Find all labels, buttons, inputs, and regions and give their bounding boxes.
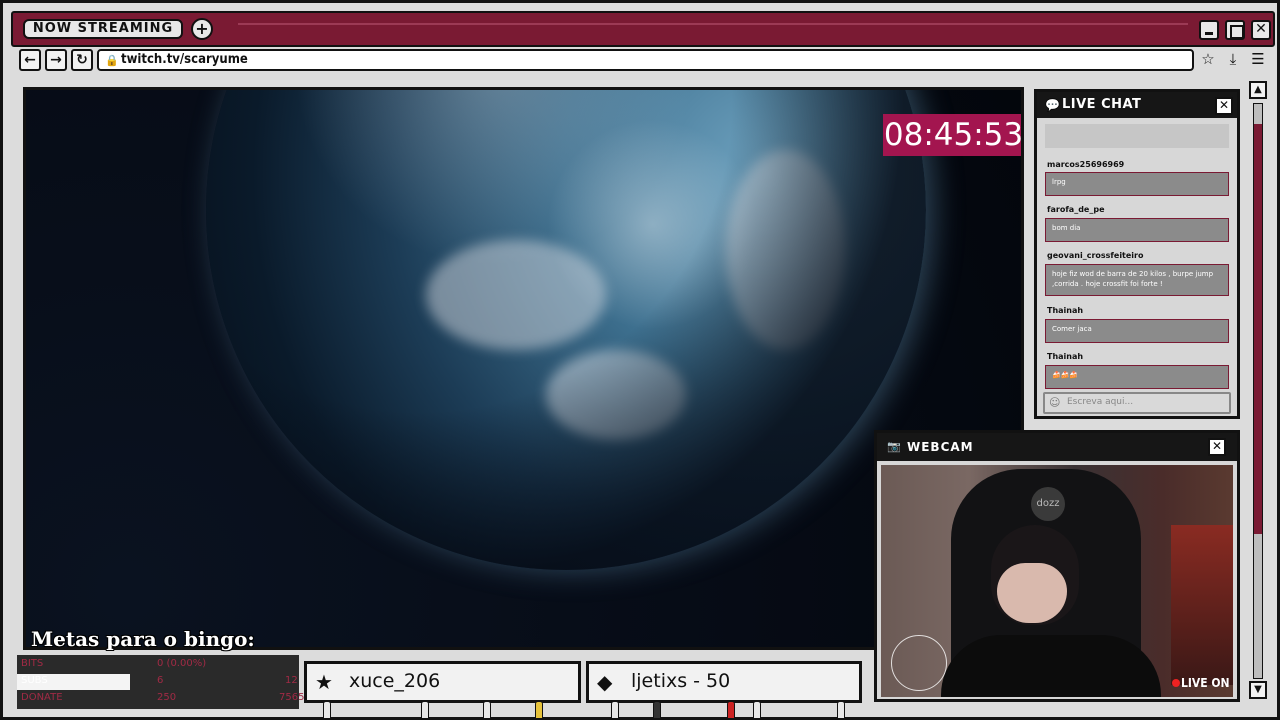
alert-text: ljetixs - 50 xyxy=(631,670,731,692)
webcam-close-button[interactable]: ✕ xyxy=(1208,438,1226,456)
shelf-background xyxy=(1171,525,1233,685)
title-bar: NOW STREAMING + ✕ xyxy=(11,11,1275,47)
chat-message: hoje fiz wod de barra de 20 kilos , burp… xyxy=(1045,264,1229,296)
scroll-track[interactable] xyxy=(1253,103,1263,679)
goal-label: BITS xyxy=(21,658,44,669)
reload-button[interactable]: ↻ xyxy=(71,49,93,71)
browser-window: NOW STREAMING + ✕ ← → ↻ 🔒 twitch.tv/scar… xyxy=(0,0,1280,720)
webcam-panel: 📷 WEBCAM ✕ dozz LIVE ON xyxy=(874,430,1240,702)
viewer-sprite xyxy=(323,701,331,719)
title-divider xyxy=(238,23,1188,25)
live-dot-icon xyxy=(1172,679,1180,687)
scroll-down-icon[interactable]: ▼ xyxy=(1249,681,1267,699)
nav-bar: ← → ↻ 🔒 twitch.tv/scaryume ☆ ⤓ ☰ xyxy=(11,47,1275,73)
chat-username[interactable]: Thainah xyxy=(1047,352,1083,361)
goal-label: DONATE xyxy=(21,692,63,703)
goal-target: 7565 xyxy=(279,692,305,703)
lock-icon: 🔒 xyxy=(105,54,119,67)
chat-input[interactable]: ☺ Escreva aqui... xyxy=(1043,392,1231,414)
chat-message: 🍰🍰🍰 xyxy=(1045,365,1229,389)
stream-timer: 08:45:53 xyxy=(883,114,1021,156)
chat-top-bar xyxy=(1045,124,1229,148)
chat-username[interactable]: farofa_de_pe xyxy=(1047,205,1105,214)
forward-button[interactable]: → xyxy=(45,49,67,71)
download-icon[interactable]: ⤓ xyxy=(1222,49,1244,71)
page-scrollbar[interactable]: ▲ ▼ xyxy=(1249,81,1269,701)
goal-value: 6 xyxy=(157,675,164,686)
chair-logo: dozz xyxy=(1031,487,1065,521)
webcam-header: 📷 WEBCAM ✕ xyxy=(877,433,1237,461)
chat-input-placeholder: Escreva aqui... xyxy=(1067,397,1134,407)
alert-text: xuce_206 xyxy=(349,670,441,692)
chat-message: Comer jaca xyxy=(1045,319,1229,343)
bingo-goals-title: Metas para o bingo: xyxy=(31,627,255,651)
chat-close-button[interactable]: ✕ xyxy=(1215,97,1233,115)
back-button[interactable]: ← xyxy=(19,49,41,71)
viewer-sprite xyxy=(837,701,845,719)
webcam-feed: dozz LIVE ON xyxy=(881,465,1233,697)
viewer-sprite xyxy=(727,701,735,719)
goal-target: 12 xyxy=(285,675,298,686)
close-window-button[interactable]: ✕ xyxy=(1251,20,1271,40)
viewer-sprite xyxy=(421,701,429,719)
viewer-sprite xyxy=(611,701,619,719)
goal-row-donate: DONATE 250 7565 xyxy=(17,691,304,707)
star-icon: ★ xyxy=(315,670,333,694)
new-tab-button[interactable]: + xyxy=(191,18,213,40)
diamond-icon: ◆ xyxy=(597,670,613,694)
streamer-body xyxy=(941,635,1161,697)
chat-username[interactable]: marcos25696969 xyxy=(1047,160,1124,169)
url-text: twitch.tv/scaryume xyxy=(121,52,248,67)
ring-light xyxy=(891,635,947,691)
minimize-button[interactable] xyxy=(1199,20,1219,40)
viewer-sprite xyxy=(753,701,761,719)
goal-row-subs: SUBS 6 12 xyxy=(17,674,299,690)
bookmark-star-icon[interactable]: ☆ xyxy=(1197,49,1219,71)
maximize-button[interactable] xyxy=(1225,20,1245,40)
chat-username[interactable]: Thainah xyxy=(1047,306,1083,315)
address-bar[interactable]: 🔒 twitch.tv/scaryume xyxy=(97,49,1194,71)
menu-icon[interactable]: ☰ xyxy=(1247,49,1269,71)
chat-message: lrpg xyxy=(1045,172,1229,196)
goal-value: 250 xyxy=(157,692,177,703)
viewer-sprites xyxy=(303,697,863,719)
webcam-title: WEBCAM xyxy=(907,440,974,454)
chat-header: 💬 LIVE CHAT ✕ xyxy=(1037,92,1237,118)
goal-row-bits: BITS 0 (0.00%) xyxy=(17,657,299,673)
chat-username[interactable]: geovani_crossfeiteiro xyxy=(1047,251,1144,260)
live-chat-panel: 💬 LIVE CHAT ✕ marcos25696969 lrpg farofa… xyxy=(1034,89,1240,419)
emoji-icon[interactable]: ☺ xyxy=(1049,396,1060,409)
chat-message: bom dia xyxy=(1045,218,1229,242)
streamer-face xyxy=(997,563,1067,623)
camera-icon: 📷 xyxy=(887,440,901,453)
chat-title: LIVE CHAT xyxy=(1062,97,1142,112)
viewer-sprite xyxy=(535,701,543,719)
goals-panel: BITS 0 (0.00%) SUBS 6 12 DONATE 250 7565 xyxy=(17,655,304,709)
earth-shadow xyxy=(206,90,926,570)
viewer-sprite xyxy=(483,701,491,719)
scroll-thumb[interactable] xyxy=(1254,124,1262,534)
goal-label: SUBS xyxy=(21,675,48,686)
live-on-badge: LIVE ON xyxy=(1181,676,1230,690)
chat-bubble-icon: 💬 xyxy=(1045,98,1060,112)
scroll-up-icon[interactable]: ▲ xyxy=(1249,81,1267,99)
goal-value: 0 (0.00%) xyxy=(157,658,207,669)
tab-now-streaming[interactable]: NOW STREAMING xyxy=(23,19,183,39)
viewer-sprite xyxy=(653,701,661,719)
